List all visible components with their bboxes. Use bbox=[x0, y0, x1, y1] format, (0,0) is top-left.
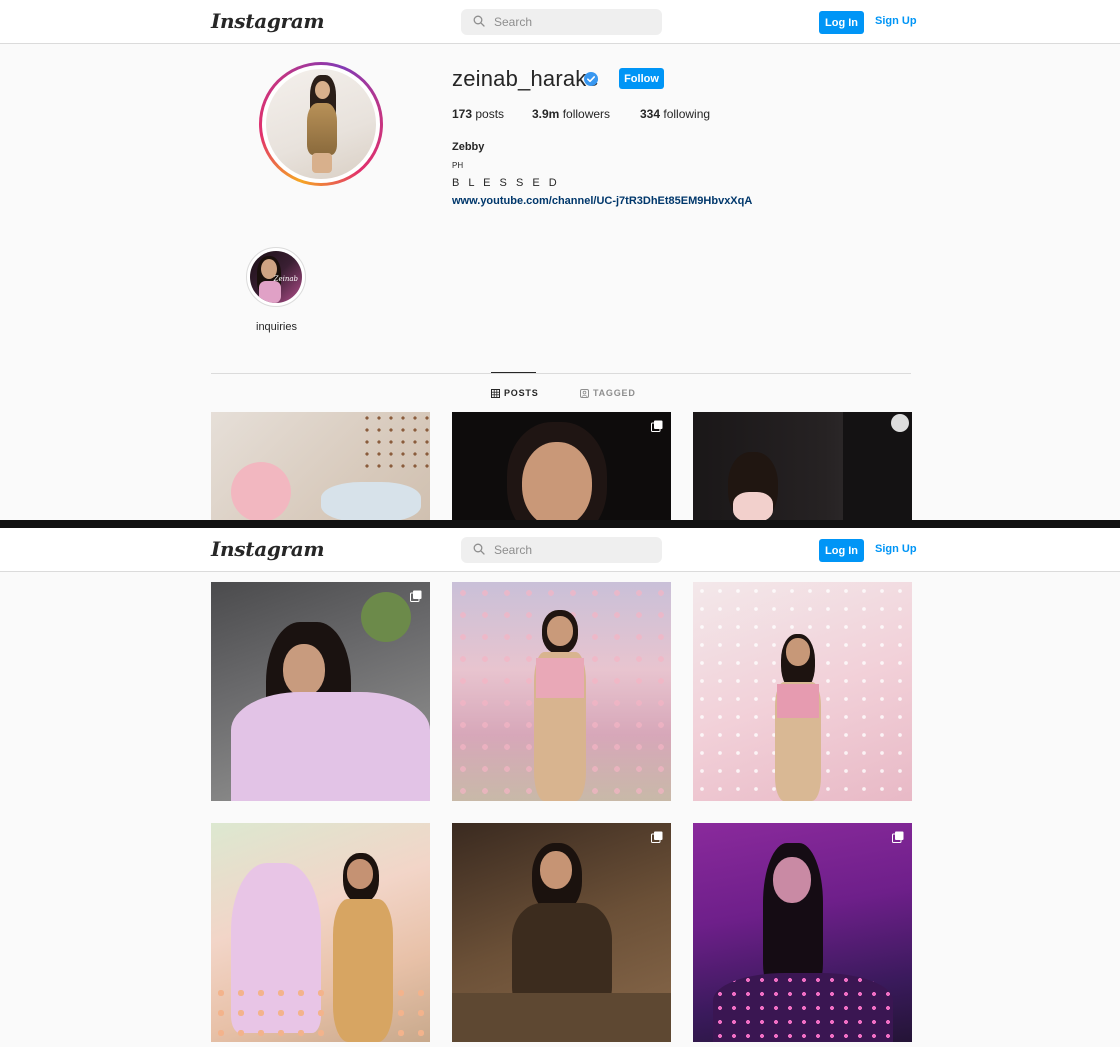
highlight-cover-text: Zeinab bbox=[273, 275, 298, 283]
post-thumbnail[interactable] bbox=[211, 412, 430, 520]
search-placeholder: Search bbox=[494, 543, 533, 557]
tab-posts[interactable]: POSTS bbox=[491, 388, 539, 398]
tab-tagged[interactable]: TAGGED bbox=[580, 388, 636, 398]
bio-tagline: B L E S S E D bbox=[452, 177, 560, 189]
grid-icon bbox=[491, 388, 500, 398]
story-highlight[interactable]: Zeinab bbox=[246, 247, 306, 307]
profile-photo bbox=[266, 69, 376, 179]
multiple-posts-icon bbox=[651, 831, 663, 843]
post-thumbnail[interactable] bbox=[693, 412, 912, 520]
highlight-cover: Zeinab bbox=[250, 251, 302, 303]
bio-full-name: Zebby bbox=[452, 141, 485, 153]
post-thumbnail[interactable] bbox=[693, 582, 912, 801]
instagram-logo[interactable]: Instagram bbox=[211, 9, 325, 33]
post-thumbnail[interactable] bbox=[211, 582, 430, 801]
bio-location: PH bbox=[452, 161, 464, 170]
login-button[interactable]: Log In bbox=[819, 539, 864, 562]
search-input[interactable]: Search bbox=[461, 537, 662, 563]
active-tab-indicator bbox=[491, 372, 536, 373]
instagram-logo[interactable]: Instagram bbox=[211, 537, 325, 561]
post-thumbnail[interactable] bbox=[693, 823, 912, 1042]
highlight-label: inquiries bbox=[256, 321, 297, 333]
top-nav-bar: Instagram Search Log In Sign Up bbox=[0, 528, 1120, 572]
multiple-posts-icon bbox=[892, 831, 904, 843]
verified-badge-icon bbox=[584, 72, 598, 86]
profile-avatar[interactable] bbox=[259, 62, 383, 186]
following-count[interactable]: 334 following bbox=[640, 107, 710, 121]
bio-website-link[interactable]: www.youtube.com/channel/UC-j7tR3DhEt85EM… bbox=[452, 195, 752, 207]
search-input[interactable]: Search bbox=[461, 9, 662, 35]
post-thumbnail[interactable] bbox=[452, 582, 671, 801]
search-icon bbox=[473, 15, 485, 27]
screenshot-divider bbox=[0, 520, 1120, 528]
multiple-posts-icon bbox=[651, 420, 663, 432]
multiple-posts-icon bbox=[410, 590, 422, 602]
post-thumbnail[interactable] bbox=[452, 823, 671, 1042]
search-placeholder: Search bbox=[494, 15, 533, 29]
search-icon bbox=[473, 543, 485, 555]
followers-count[interactable]: 3.9m followers bbox=[532, 107, 610, 121]
posts-count: 173 posts bbox=[452, 107, 505, 121]
tabs-divider bbox=[211, 373, 911, 374]
top-nav-bar: Instagram Search Log In Sign Up bbox=[0, 0, 1120, 44]
tagged-icon bbox=[580, 388, 589, 398]
signup-link[interactable]: Sign Up bbox=[875, 15, 917, 27]
posts-grid-partial bbox=[0, 412, 1120, 520]
post-thumbnail[interactable] bbox=[211, 823, 430, 1042]
follow-button[interactable]: Follow bbox=[619, 68, 664, 89]
login-button[interactable]: Log In bbox=[819, 11, 864, 34]
post-thumbnail[interactable] bbox=[452, 412, 671, 520]
signup-link[interactable]: Sign Up bbox=[875, 543, 917, 555]
profile-username: zeinab_harake bbox=[452, 66, 599, 91]
